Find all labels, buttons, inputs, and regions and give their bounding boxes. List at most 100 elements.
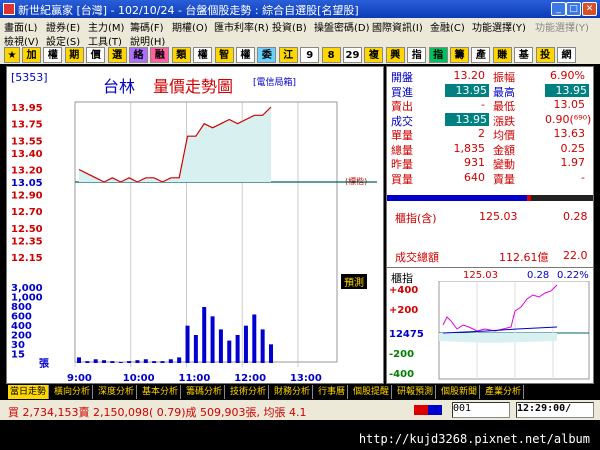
title-bar: 新世紀贏家 [台灣] - 102/10/24 - 台盤個股走勢 : 綜合自選股[… [0, 0, 600, 18]
toolbar-button[interactable]: 複 [364, 47, 384, 63]
quote-value: 640 [464, 170, 485, 184]
tab-11[interactable]: 產業分析 [483, 385, 525, 399]
tab-1[interactable]: 橫向分析 [52, 385, 94, 399]
toolbar-button[interactable]: 類 [171, 47, 191, 63]
volume-bar [185, 325, 190, 363]
index-change: 0.28 [563, 210, 588, 223]
toolbar-button[interactable]: 產 [471, 47, 491, 63]
volume-bar [227, 340, 232, 363]
toolbar-button[interactable]: 興 [385, 47, 405, 63]
mini-axis-tick: +200 [389, 305, 418, 316]
toolbar-button[interactable]: 加 [22, 47, 41, 63]
volume-bar [218, 329, 223, 363]
quote-value: 13.95 [445, 83, 489, 97]
volume-bar [93, 359, 98, 363]
tab-7[interactable]: 行事曆 [316, 385, 349, 399]
toolbar-button[interactable]: 9 [300, 47, 320, 63]
tab-10[interactable]: 個股新聞 [439, 385, 481, 399]
tab-5[interactable]: 技術分析 [228, 385, 270, 399]
toolbar-button[interactable]: 絡 [129, 47, 148, 63]
toolbar-button[interactable]: 基 [514, 47, 534, 63]
price-volume-chart: [5353] 台林 量價走勢圖 [電信局箱] (標楷) 預測 13.95 13.7… [6, 66, 384, 384]
quote-value: - [581, 170, 585, 184]
index-label: 櫃指(含) [395, 212, 437, 225]
toolbar-button[interactable]: 29 [343, 47, 362, 63]
toolbar-button[interactable]: 融 [150, 47, 170, 63]
maximize-button[interactable]: □ [566, 2, 581, 16]
total-turnover-change: 22.0 [563, 249, 588, 262]
tab-9[interactable]: 研報預測 [395, 385, 437, 399]
toolbar-button[interactable]: 價 [86, 47, 106, 63]
mini-axis-tick: +400 [389, 285, 418, 296]
volume-bar [118, 362, 123, 363]
price-tick: 12.15 [11, 253, 43, 264]
toolbar-button[interactable]: 智 [214, 47, 234, 63]
volume-bar [177, 357, 182, 363]
quote-value: 13.95 [545, 83, 589, 97]
minimize-button[interactable]: _ [551, 2, 566, 16]
tab-6[interactable]: 財務分析 [272, 385, 314, 399]
mini-chart-value: 125.03 [463, 270, 498, 281]
mini-axis-tick: -400 [389, 369, 414, 380]
close-button[interactable]: ✕ [582, 2, 597, 16]
toolbar-button[interactable]: 投 [535, 47, 555, 63]
mini-index-line [442, 284, 558, 332]
tab-3[interactable]: 基本分析 [140, 385, 182, 399]
page-number[interactable]: 001 [452, 402, 510, 418]
analysis-tabs: 當日走勢 橫向分析 深度分析 基本分析 籌碼分析 技術分析 財務分析 行事曆 個股提醒 研報預測個… [6, 385, 594, 399]
tab-4[interactable]: 籌碼分析 [184, 385, 226, 399]
toolbar: ★ 加權期價選絡融類權智權委江 9 8 29 複興指指籌產賺基投網 [0, 46, 600, 64]
tab-8[interactable]: 個股提醒 [351, 385, 393, 399]
mini-axis-tick: -200 [389, 349, 414, 360]
price-tick: 12.35 [11, 236, 43, 247]
toolbar-button[interactable]: 8 [321, 47, 341, 63]
mini-chart-change: 0.28 [527, 270, 550, 281]
quote-value: 2 [478, 127, 485, 140]
quote-value: 931 [464, 156, 485, 169]
tab-2[interactable]: 深度分析 [96, 385, 138, 399]
clock-time: 12:29:00/ [516, 402, 594, 418]
quote-value: 1.97 [560, 156, 586, 169]
price-tick: 12.90 [11, 191, 43, 202]
price-tick: 12.50 [11, 224, 43, 235]
toolbar-button[interactable]: 籌 [450, 47, 469, 63]
volume-bar [127, 361, 132, 363]
toolbar-button[interactable]: 權 [43, 47, 63, 63]
toolbar-button[interactable]: 期 [64, 47, 84, 63]
window-title: 新世紀贏家 [台灣] - 102/10/24 - 台盤個股走勢 : 綜合自選股[… [18, 4, 359, 17]
buy-sell-bar [387, 195, 593, 201]
price-tick: 13.55 [11, 136, 43, 147]
quote-value: 0.90(⁶⁹⁰) [545, 112, 592, 126]
status-text: 買 2,734,153賣 2,150,098( 0.79)成 509,903張,… [8, 406, 307, 419]
toolbar-button[interactable]: 指 [428, 47, 448, 63]
quote-panel: 開盤 13.20 振幅 6.90% 買進 13.95 最高 13.95 賣出 - 最低 13.05 成交… [386, 66, 594, 384]
volume-bar [77, 357, 81, 363]
volume-bar [252, 314, 257, 363]
toolbar-button[interactable]: 選 [107, 47, 127, 63]
tab-0[interactable]: 當日走勢 [8, 385, 50, 399]
time-tick: 11:00 [178, 373, 210, 383]
mini-avg-line [442, 326, 558, 334]
toolbar-button[interactable]: 指 [407, 47, 427, 63]
toolbar-button[interactable]: 江 [278, 47, 298, 63]
toolbar-button[interactable]: 委 [257, 47, 277, 63]
price-tick: 13.75 [11, 120, 43, 131]
total-turnover-label: 成交總額 [395, 251, 439, 264]
quote-label: 買量 [391, 172, 413, 186]
toolbar-button[interactable]: 網 [557, 47, 576, 63]
menu-bar: 畫面(L) 證券(E) 主力(M) 籌碼(F) 期權(O) 匯市利率(R) 投資… [0, 18, 600, 34]
toolbar-button[interactable]: 權 [236, 47, 255, 63]
volume-tick: 15 [11, 350, 25, 361]
toolbar-icon[interactable]: ★ [4, 47, 20, 63]
quote-value: 0.25 [560, 141, 586, 155]
volume-bar [168, 359, 173, 363]
quote-value: 1,835 [453, 141, 486, 155]
toolbar-button[interactable]: 賺 [492, 47, 512, 63]
indicator-bar [414, 405, 442, 415]
volume-bar [260, 329, 265, 363]
price-tick: 13.05 [11, 178, 43, 189]
quote-value: - [481, 98, 485, 111]
volume-bar [85, 361, 90, 363]
index-value: 125.03 [479, 210, 518, 223]
toolbar-button[interactable]: 權 [193, 47, 213, 63]
